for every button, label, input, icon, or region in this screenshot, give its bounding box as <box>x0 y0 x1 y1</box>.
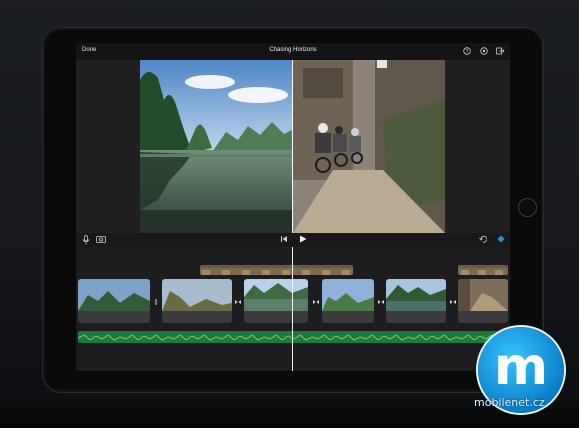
transition-icon[interactable] <box>449 298 457 306</box>
transition-icon[interactable] <box>234 298 242 306</box>
background-music-track[interactable] <box>78 331 508 343</box>
cutaway-strip-end[interactable] <box>458 265 508 275</box>
microphone-icon[interactable] <box>81 235 91 245</box>
preview-karst-landscape <box>140 60 292 233</box>
settings-icon[interactable] <box>480 47 488 55</box>
project-title: Chasing Horizons <box>269 47 317 53</box>
video-clip[interactable] <box>162 279 232 323</box>
preview-village-riders <box>293 60 445 233</box>
clip-audio-waveform <box>386 311 446 323</box>
diamond-settings-icon[interactable] <box>496 235 506 245</box>
video-preview[interactable] <box>76 60 510 233</box>
transition-icon[interactable] <box>312 298 320 306</box>
video-clip[interactable] <box>244 279 308 323</box>
skip-to-start-icon[interactable] <box>279 235 289 245</box>
clip-audio-waveform <box>244 311 308 323</box>
share-icon[interactable] <box>496 47 505 55</box>
top-bar: Done Chasing Horizons ? <box>76 43 510 60</box>
home-button[interactable] <box>518 198 537 217</box>
video-clip[interactable] <box>78 279 150 323</box>
timeline[interactable] <box>76 247 510 371</box>
transition-icon[interactable] <box>377 298 385 306</box>
video-clip[interactable] <box>386 279 446 323</box>
camera-icon[interactable] <box>96 235 106 245</box>
svg-text:?: ? <box>466 49 469 55</box>
video-clip[interactable] <box>458 279 508 323</box>
clip-audio-waveform <box>458 311 508 323</box>
timeline-controls <box>76 233 510 247</box>
clip-audio-waveform <box>78 311 150 323</box>
play-icon[interactable] <box>298 235 308 245</box>
help-icon[interactable]: ? <box>463 47 471 55</box>
undo-icon[interactable] <box>478 235 488 245</box>
watermark-text: mobilenet.cz <box>474 396 545 409</box>
playhead[interactable] <box>292 247 293 371</box>
watermark-letter: m <box>493 337 549 397</box>
video-clip[interactable] <box>322 279 374 323</box>
cutaway-strip[interactable] <box>200 265 353 275</box>
transition-icon[interactable] <box>152 298 160 306</box>
clip-audio-waveform <box>162 311 232 323</box>
clip-audio-waveform <box>322 311 374 323</box>
imovie-screen: Done Chasing Horizons ? <box>76 43 510 371</box>
